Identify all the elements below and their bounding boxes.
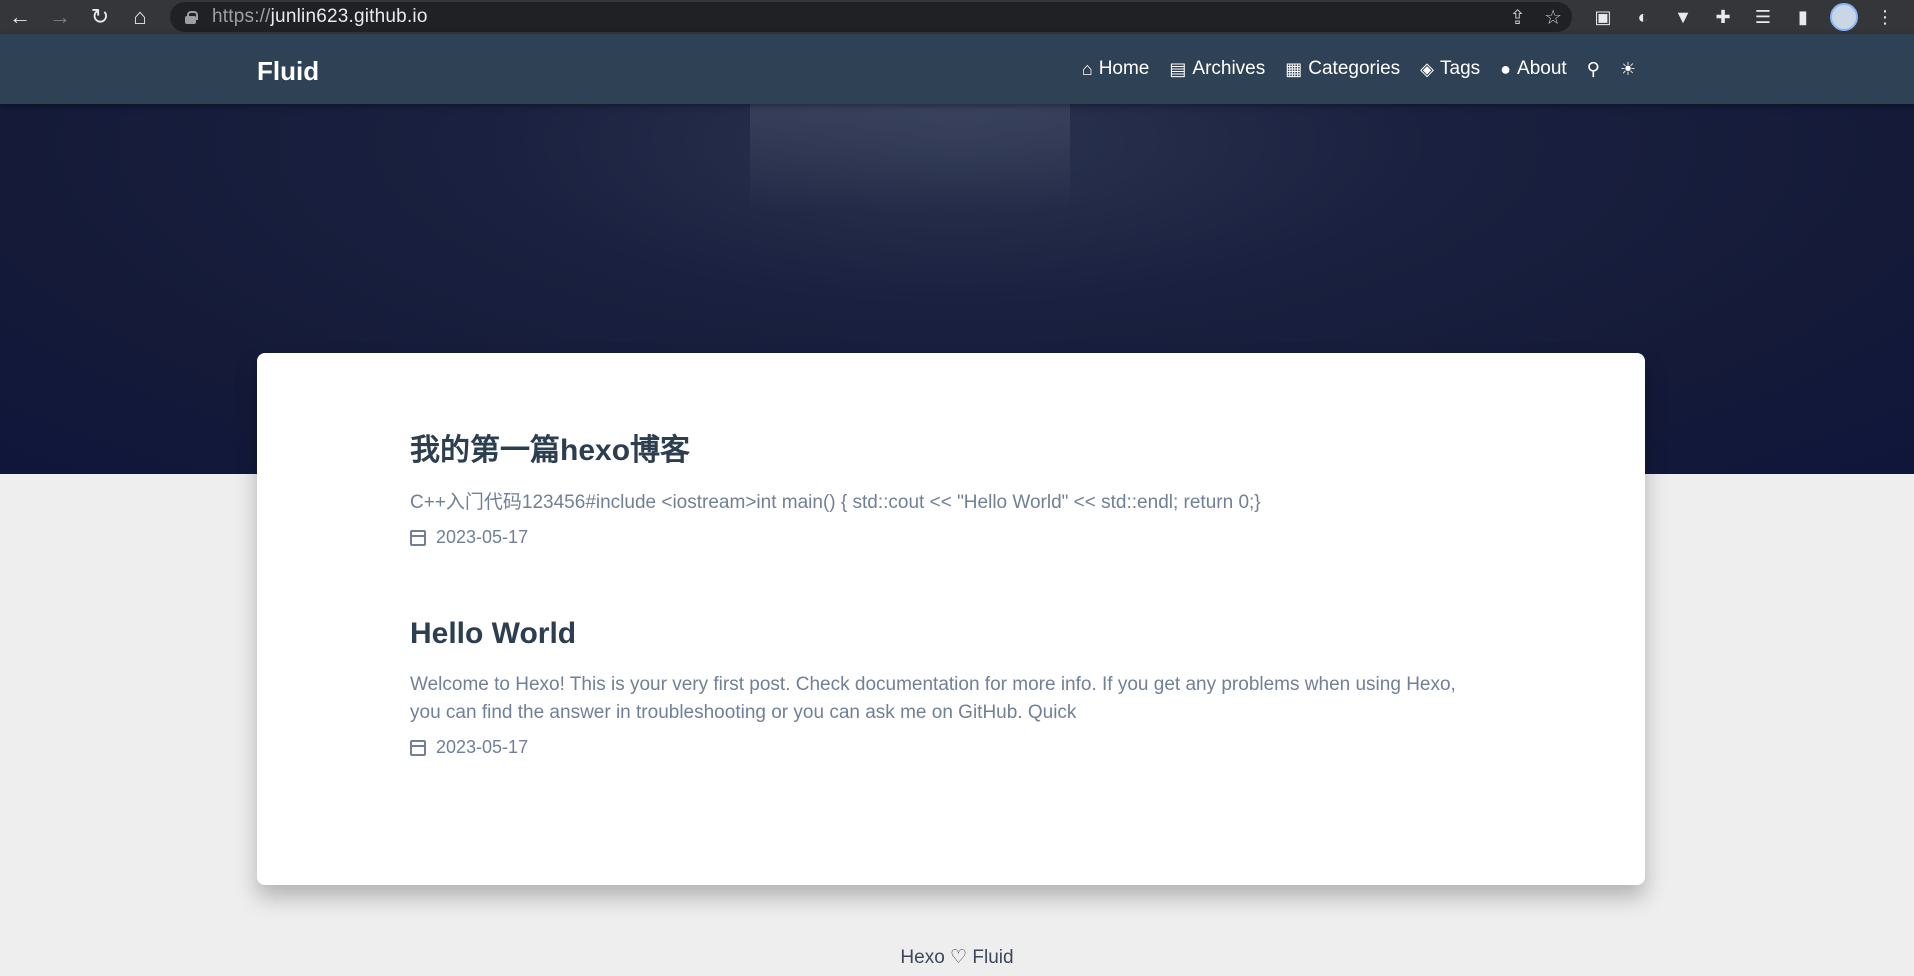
site-brand[interactable]: Fluid bbox=[257, 56, 319, 87]
forward-icon[interactable]: → bbox=[40, 0, 80, 34]
tags-icon: ◈ bbox=[1420, 58, 1434, 79]
post-date: 2023-05-17 bbox=[436, 527, 529, 547]
post-excerpt[interactable]: Welcome to Hexo! This is your very first… bbox=[410, 671, 1470, 727]
lock-icon[interactable] bbox=[185, 10, 198, 24]
extension-icon-1[interactable]: ▣ bbox=[1590, 4, 1616, 30]
post-title[interactable]: 我的第一篇hexo博客 bbox=[410, 425, 1470, 469]
nav-label: Home bbox=[1098, 58, 1150, 79]
share-icon[interactable]: ⇪ bbox=[1509, 5, 1526, 30]
site-footer: Hexo ♡ Fluid bbox=[900, 947, 1014, 968]
nav-home[interactable]: ⌂ Home bbox=[1082, 58, 1150, 80]
nav-categories[interactable]: ▦ Categories bbox=[1285, 58, 1400, 80]
nav-label: Archives bbox=[1192, 58, 1266, 79]
side-panel-icon[interactable]: ▮ bbox=[1790, 4, 1816, 30]
back-icon[interactable]: ← bbox=[0, 0, 40, 34]
post-title[interactable]: Hello World bbox=[410, 617, 1470, 651]
post-excerpt[interactable]: C++入门代码123456#include <iostream>int main… bbox=[410, 489, 1470, 517]
categories-icon: ▦ bbox=[1285, 58, 1303, 79]
post-meta: 2023-05-17 bbox=[410, 737, 1470, 758]
post-item: 我的第一篇hexo博客 C++入门代码123456#include <iostr… bbox=[410, 425, 1470, 548]
calendar-icon bbox=[410, 529, 426, 546]
profile-avatar[interactable] bbox=[1830, 3, 1858, 31]
nav-tags[interactable]: ◈ Tags bbox=[1420, 58, 1480, 80]
nav-menu: ⌂ Home ▤ Archives ▦ Categories ◈ Tags ● … bbox=[1082, 34, 1636, 104]
menu-icon[interactable]: ⋮ bbox=[1872, 4, 1898, 30]
nav-label: Categories bbox=[1308, 58, 1401, 79]
post-list-card: 我的第一篇hexo博客 C++入门代码123456#include <iostr… bbox=[257, 353, 1645, 885]
browser-toolbar: ← → ↻ ⌂ https://junlin623.github.io ⇪ ☆ … bbox=[0, 0, 1914, 34]
home-icon[interactable]: ⌂ bbox=[120, 0, 160, 34]
site-navbar: Fluid ⌂ Home ▤ Archives ▦ Categories ◈ T… bbox=[0, 34, 1914, 104]
reload-icon[interactable]: ↻ bbox=[80, 0, 120, 34]
sun-icon: ☀ bbox=[1619, 58, 1636, 79]
user-icon: ● bbox=[1500, 58, 1512, 79]
nav-archives[interactable]: ▤ Archives bbox=[1169, 58, 1265, 80]
theme-toggle-button[interactable]: ☀ bbox=[1620, 59, 1636, 80]
post-meta: 2023-05-17 bbox=[410, 527, 1470, 548]
reading-list-icon[interactable]: ☰ bbox=[1750, 4, 1776, 30]
search-icon: ⚲ bbox=[1586, 58, 1600, 79]
star-icon[interactable]: ☆ bbox=[1544, 5, 1562, 30]
url-text: https://junlin623.github.io bbox=[212, 6, 428, 27]
nav-about[interactable]: ● About bbox=[1500, 58, 1567, 80]
nav-label: Tags bbox=[1440, 58, 1481, 79]
search-button[interactable]: ⚲ bbox=[1587, 59, 1600, 80]
extension-icon-3[interactable]: ▼ bbox=[1670, 4, 1696, 30]
extension-icon-2[interactable]: ◐ bbox=[1630, 4, 1656, 30]
nav-label: About bbox=[1517, 58, 1567, 79]
post-date: 2023-05-17 bbox=[436, 737, 529, 757]
address-bar[interactable]: https://junlin623.github.io ⇪ ☆ bbox=[170, 2, 1572, 32]
calendar-icon bbox=[410, 739, 426, 756]
banner-background-image bbox=[750, 104, 1070, 214]
extensions-icon[interactable]: ✚ bbox=[1710, 4, 1736, 30]
home-icon: ⌂ bbox=[1081, 58, 1093, 79]
archive-icon: ▤ bbox=[1169, 58, 1187, 79]
post-item: Hello World Welcome to Hexo! This is you… bbox=[410, 617, 1470, 758]
